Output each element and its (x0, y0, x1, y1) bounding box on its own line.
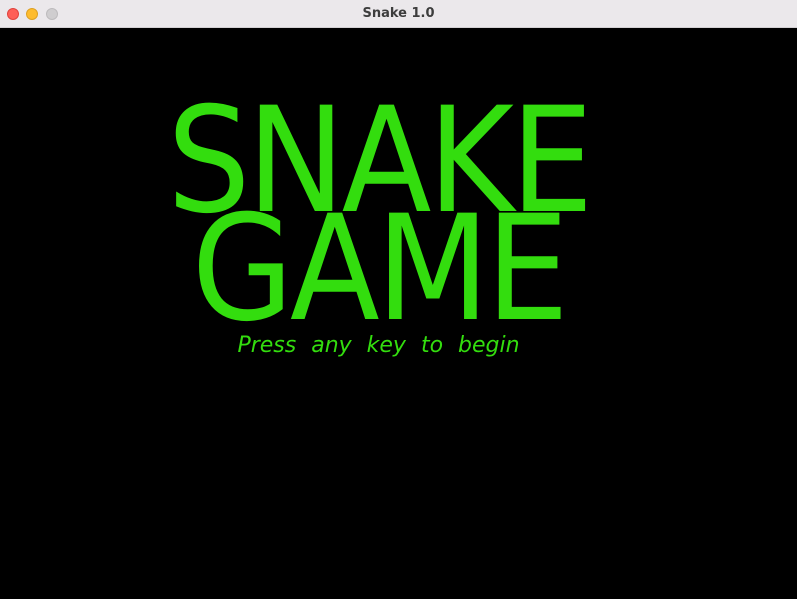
app-window: Snake 1.0 SNAKE GAME Press any key to be… (0, 0, 797, 599)
start-prompt: Press any key to begin (237, 333, 520, 358)
game-canvas[interactable]: SNAKE GAME Press any key to begin (0, 28, 797, 599)
window-title: Snake 1.0 (362, 6, 435, 21)
title-bar[interactable]: Snake 1.0 (0, 0, 797, 28)
game-title-game: GAME (191, 184, 569, 354)
